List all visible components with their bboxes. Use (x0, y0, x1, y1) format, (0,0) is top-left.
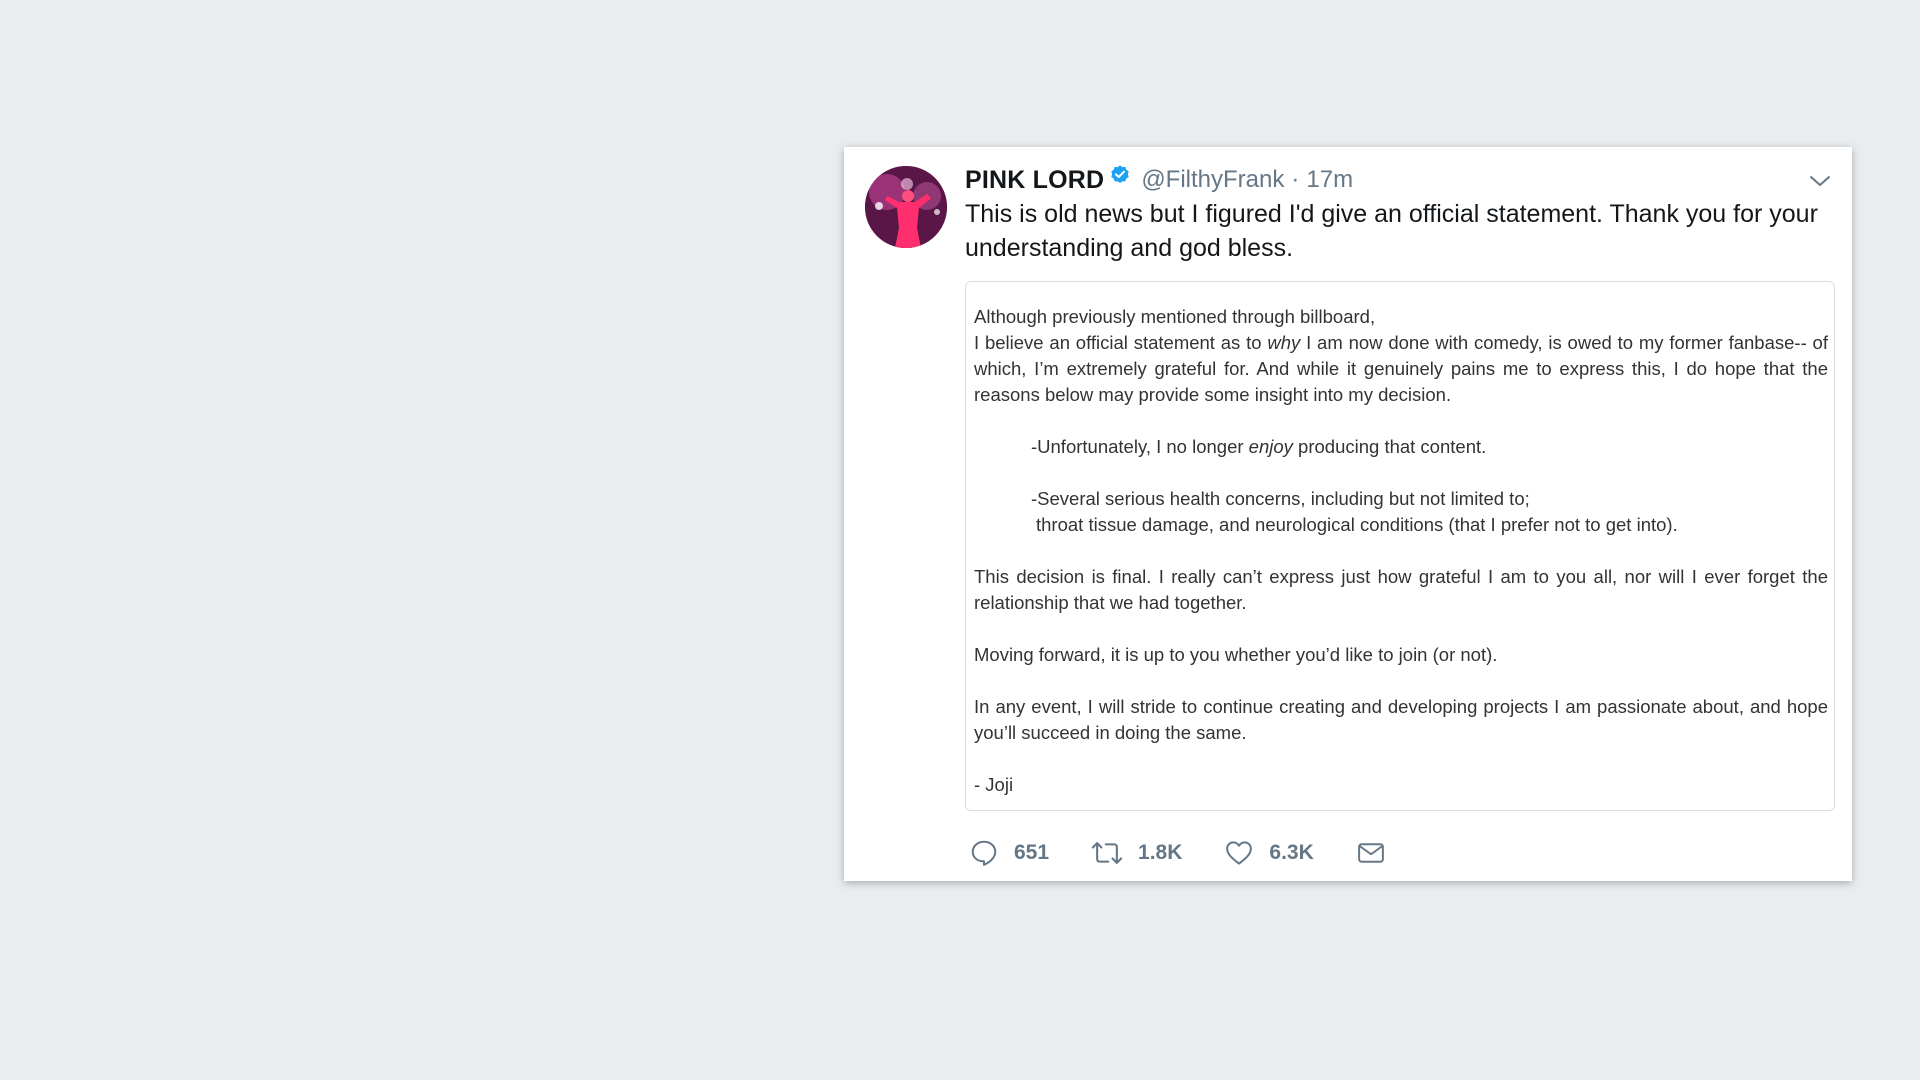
reason1-text-b: producing that content. (1292, 436, 1487, 457)
reply-count: 651 (1014, 841, 1050, 864)
statement-reason-1: -Unfortunately, I no longer enjoy produc… (974, 434, 1828, 460)
statement-forward-paragraph: Moving forward, it is up to you whether … (974, 644, 1498, 665)
reply-button[interactable]: 651 (969, 838, 1049, 868)
tweet-actions: 651 1.8K 6.3K (969, 835, 1428, 871)
retweet-count: 1.8K (1138, 841, 1183, 864)
envelope-icon (1357, 843, 1384, 863)
reply-icon (971, 840, 997, 866)
statement-reason-2-line1: -Several serious health concerns, includ… (1031, 488, 1530, 509)
avatar-image (865, 166, 947, 248)
tweet-card: PINK LORD @FilthyFrank · 17m This is old… (844, 147, 1852, 881)
heart-icon (1226, 841, 1253, 865)
statement-intro-emphasis: why (1267, 332, 1301, 353)
reason1-text-a: -Unfortunately, I no longer (1031, 436, 1249, 457)
verified-badge-icon (1109, 164, 1131, 186)
statement-signature: - Joji (974, 774, 1014, 795)
statement-final-paragraph: This decision is final. I really can’t e… (974, 566, 1828, 613)
page-background: PINK LORD @FilthyFrank · 17m This is old… (0, 0, 1920, 1080)
separator-dot: · (1291, 166, 1300, 193)
statement-intro-line1: Although previously mentioned through bi… (974, 306, 1376, 327)
tweet-text: This is old news but I figured I'd give … (965, 200, 1818, 262)
attached-statement-image[interactable]: Although previously mentioned through bi… (965, 281, 1835, 811)
tweet-header: PINK LORD @FilthyFrank · 17m (965, 163, 1353, 197)
like-button[interactable]: 6.3K (1224, 838, 1314, 868)
statement-reason-2-line2: throat tissue damage, and neurological c… (1036, 514, 1678, 535)
reason1-emphasis: enjoy (1248, 436, 1293, 457)
like-count: 6.3K (1269, 841, 1314, 864)
direct-message-button[interactable] (1356, 838, 1386, 868)
retweet-icon (1091, 842, 1123, 864)
avatar[interactable] (865, 166, 947, 248)
statement-intro-text-a: I believe an official statement as to (974, 332, 1268, 353)
chevron-down-icon[interactable] (1808, 169, 1832, 193)
statement-event-paragraph: In any event, I will stride to continue … (974, 696, 1828, 743)
tweet-timestamp[interactable]: 17m (1306, 166, 1353, 194)
display-name[interactable]: PINK LORD (965, 166, 1104, 195)
statement-intro-paragraph: I believe an official statement as to wh… (974, 330, 1828, 408)
user-handle[interactable]: @FilthyFrank (1141, 166, 1284, 194)
retweet-button[interactable]: 1.8K (1091, 838, 1182, 868)
